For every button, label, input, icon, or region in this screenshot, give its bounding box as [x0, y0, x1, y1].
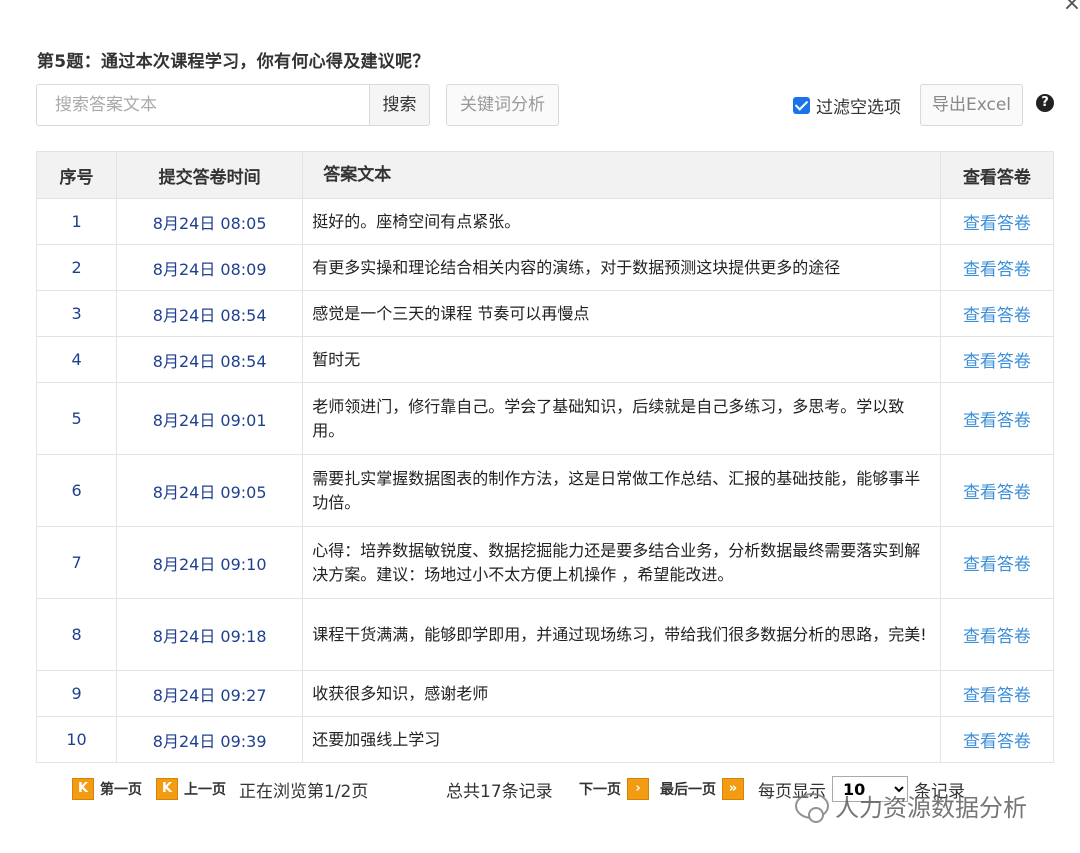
- page-status: 正在浏览第1/2页: [239, 781, 369, 802]
- table-row: 7 8月24日 09:10 心得：培养数据敏锐度、数据挖掘能力还是要多结合业务，…: [35, 526, 1055, 599]
- answers-table: 序号 提交答卷时间 答案文本 查看答卷 1 8月24日 08:05 挺好的。座椅…: [35, 151, 1055, 763]
- view-answer-link[interactable]: 查看答卷: [963, 260, 1031, 280]
- row-answer: 还要加强线上学习: [302, 716, 941, 763]
- view-answer-link[interactable]: 查看答卷: [963, 306, 1031, 326]
- row-index: 1: [35, 198, 118, 245]
- table-row: 8 8月24日 09:18 课程干货满满，能够即学即用，并通过现场练习，带给我们…: [35, 598, 1055, 671]
- keyword-analysis-button[interactable]: 关键词分析: [446, 84, 559, 126]
- wechat-icon: [795, 792, 829, 823]
- next-page-button[interactable]: 下一页 ›: [579, 776, 649, 802]
- row-time: 8月24日 08:54: [116, 290, 304, 337]
- row-index: 10: [35, 716, 118, 763]
- prev-page-label: 上一页: [184, 782, 226, 798]
- header-answer-text: 答案文本: [302, 151, 941, 199]
- row-answer: 心得：培养数据敏锐度、数据挖掘能力还是要多结合业务，分析数据最终需要落实到解决方…: [302, 526, 941, 599]
- row-answer: 暂时无: [302, 336, 941, 383]
- first-page-icon: K: [72, 778, 94, 800]
- table-row: 5 8月24日 09:01 老师领进门，修行靠自己。学会了基础知识，后续就是自己…: [35, 382, 1055, 455]
- last-page-icon: »: [722, 778, 744, 800]
- last-page-button[interactable]: 最后一页 »: [660, 776, 744, 802]
- next-page-label: 下一页: [579, 782, 621, 798]
- view-answer-link[interactable]: 查看答卷: [963, 627, 1031, 647]
- table-row: 2 8月24日 08:09 有更多实操和理论结合相关内容的演练，对于数据预测这块…: [35, 244, 1055, 291]
- view-answer-link[interactable]: 查看答卷: [963, 352, 1031, 372]
- search-button[interactable]: 搜索: [369, 84, 430, 126]
- row-time: 8月24日 08:09: [116, 244, 304, 291]
- table-row: 9 8月24日 09:27 收获很多知识，感谢老师 查看答卷: [35, 670, 1055, 717]
- watermark-text: 人力资源数据分析: [835, 794, 1027, 822]
- table-row: 4 8月24日 08:54 暂时无 查看答卷: [35, 336, 1055, 383]
- header-submit-time: 提交答卷时间: [116, 151, 304, 199]
- row-time: 8月24日 09:01: [116, 382, 304, 455]
- row-answer: 有更多实操和理论结合相关内容的演练，对于数据预测这块提供更多的途径: [302, 244, 941, 291]
- next-page-icon: ›: [627, 778, 649, 800]
- help-icon[interactable]: ?: [1036, 94, 1054, 112]
- export-excel-button[interactable]: 导出Excel: [920, 84, 1023, 126]
- row-time: 8月24日 09:18: [116, 598, 304, 671]
- row-index: 4: [35, 336, 118, 383]
- view-answer-link[interactable]: 查看答卷: [963, 483, 1031, 503]
- row-time: 8月24日 09:27: [116, 670, 304, 717]
- total-records: 总共17条记录: [446, 781, 553, 802]
- view-answer-link[interactable]: 查看答卷: [963, 732, 1031, 752]
- row-index: 3: [35, 290, 118, 337]
- row-answer: 课程干货满满，能够即学即用，并通过现场练习，带给我们很多数据分析的思路，完美!: [302, 598, 941, 671]
- filter-label: 过滤空选项: [816, 97, 901, 118]
- row-index: 8: [35, 598, 118, 671]
- last-page-label: 最后一页: [660, 782, 716, 798]
- row-time: 8月24日 09:10: [116, 526, 304, 599]
- row-index: 6: [35, 454, 118, 527]
- row-index: 2: [35, 244, 118, 291]
- table-row: 1 8月24日 08:05 挺好的。座椅空间有点紧张。 查看答卷: [35, 198, 1055, 245]
- row-index: 7: [35, 526, 118, 599]
- question-title: 第5题：通过本次课程学习，你有何心得及建议呢？: [37, 52, 430, 72]
- table-row: 3 8月24日 08:54 感觉是一个三天的课程 节奏可以再慢点 查看答卷: [35, 290, 1055, 337]
- search-input[interactable]: [36, 84, 369, 126]
- view-answer-link[interactable]: 查看答卷: [963, 411, 1031, 431]
- row-time: 8月24日 08:54: [116, 336, 304, 383]
- prev-page-icon: K: [156, 778, 178, 800]
- row-answer: 挺好的。座椅空间有点紧张。: [302, 198, 941, 245]
- row-index: 5: [35, 382, 118, 455]
- row-answer: 收获很多知识，感谢老师: [302, 670, 941, 717]
- header-view: 查看答卷: [939, 151, 1055, 199]
- filter-empty-option[interactable]: 过滤空选项: [793, 94, 901, 118]
- prev-page-button[interactable]: K 上一页: [156, 776, 226, 802]
- row-answer: 感觉是一个三天的课程 节奏可以再慢点: [302, 290, 941, 337]
- row-answer: 需要扎实掌握数据图表的制作方法，这是日常做工作总结、汇报的基础技能，能够事半功倍…: [302, 454, 941, 527]
- row-time: 8月24日 09:39: [116, 716, 304, 763]
- row-index: 9: [35, 670, 118, 717]
- view-answer-link[interactable]: 查看答卷: [963, 555, 1031, 575]
- header-index: 序号: [35, 151, 118, 199]
- view-answer-link[interactable]: 查看答卷: [963, 214, 1031, 234]
- table-row: 6 8月24日 09:05 需要扎实掌握数据图表的制作方法，这是日常做工作总结、…: [35, 454, 1055, 527]
- table-row: 10 8月24日 09:39 还要加强线上学习 查看答卷: [35, 716, 1055, 763]
- filter-checkbox[interactable]: [793, 96, 810, 114]
- view-answer-link[interactable]: 查看答卷: [963, 686, 1031, 706]
- row-time: 8月24日 08:05: [116, 198, 304, 245]
- row-answer: 老师领进门，修行靠自己。学会了基础知识，后续就是自己多练习，多思考。学以致用。: [302, 382, 941, 455]
- close-icon[interactable]: ×: [1060, 0, 1080, 16]
- first-page-button[interactable]: K 第一页: [72, 776, 142, 802]
- row-time: 8月24日 09:05: [116, 454, 304, 527]
- watermark: 人力资源数据分析: [795, 788, 1027, 823]
- first-page-label: 第一页: [100, 782, 142, 798]
- table-header-row: 序号 提交答卷时间 答案文本 查看答卷: [35, 151, 1055, 199]
